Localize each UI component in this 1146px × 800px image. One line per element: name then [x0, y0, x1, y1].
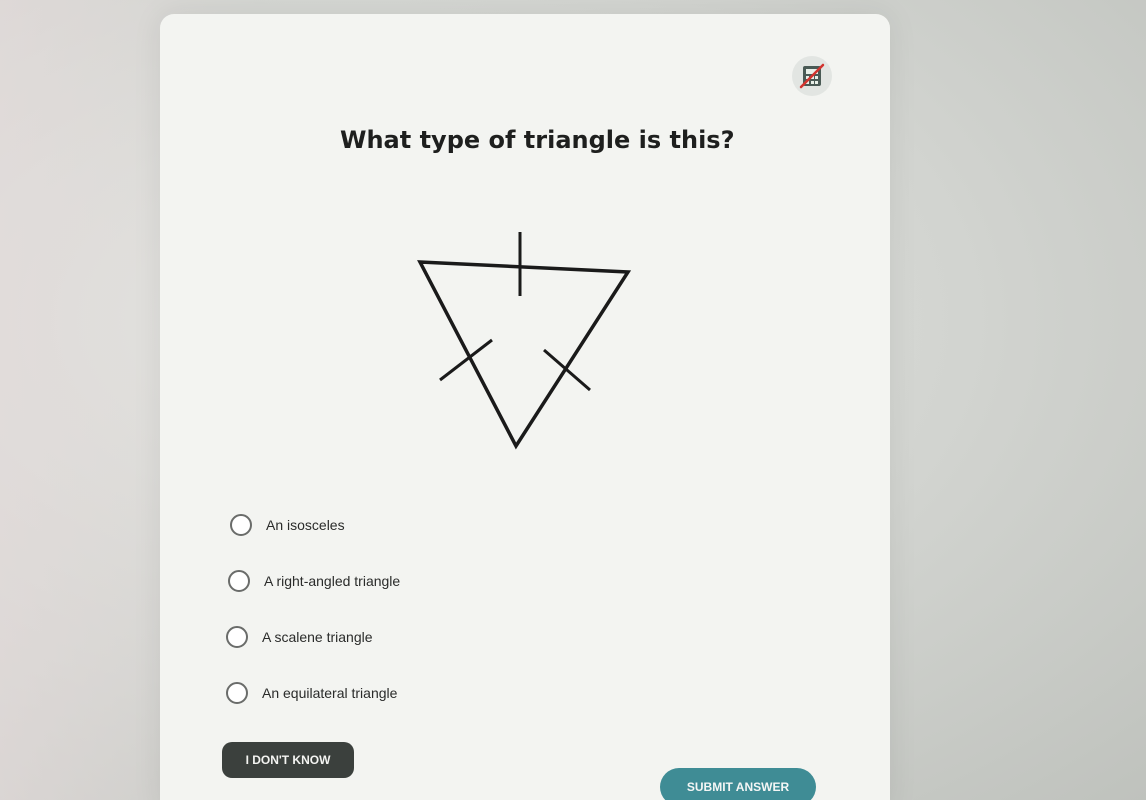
- calculator-icon: [799, 63, 825, 89]
- question-card: What type of triangle is this? An isosce…: [160, 14, 890, 800]
- option-isosceles[interactable]: An isosceles: [230, 514, 345, 536]
- option-right-angled[interactable]: A right-angled triangle: [228, 570, 400, 592]
- calculator-button[interactable]: [792, 56, 832, 96]
- dont-know-button[interactable]: I DON'T KNOW: [222, 742, 354, 778]
- radio-button[interactable]: [226, 682, 248, 704]
- tick-mark-right: [543, 348, 591, 392]
- question-title: What type of triangle is this?: [340, 126, 735, 154]
- option-scalene[interactable]: A scalene triangle: [226, 626, 373, 648]
- radio-button[interactable]: [228, 570, 250, 592]
- radio-button[interactable]: [230, 514, 252, 536]
- option-label: An isosceles: [266, 517, 345, 533]
- radio-button[interactable]: [226, 626, 248, 648]
- triangle-shape: [417, 260, 632, 450]
- triangle-figure: [410, 224, 650, 478]
- option-label: A right-angled triangle: [264, 573, 401, 589]
- option-equilateral[interactable]: An equilateral triangle: [226, 682, 397, 704]
- option-label: A scalene triangle: [262, 629, 373, 645]
- submit-answer-button[interactable]: SUBMIT ANSWER: [660, 768, 816, 800]
- tick-mark-left: [439, 338, 493, 382]
- option-label: An equilateral triangle: [262, 685, 398, 701]
